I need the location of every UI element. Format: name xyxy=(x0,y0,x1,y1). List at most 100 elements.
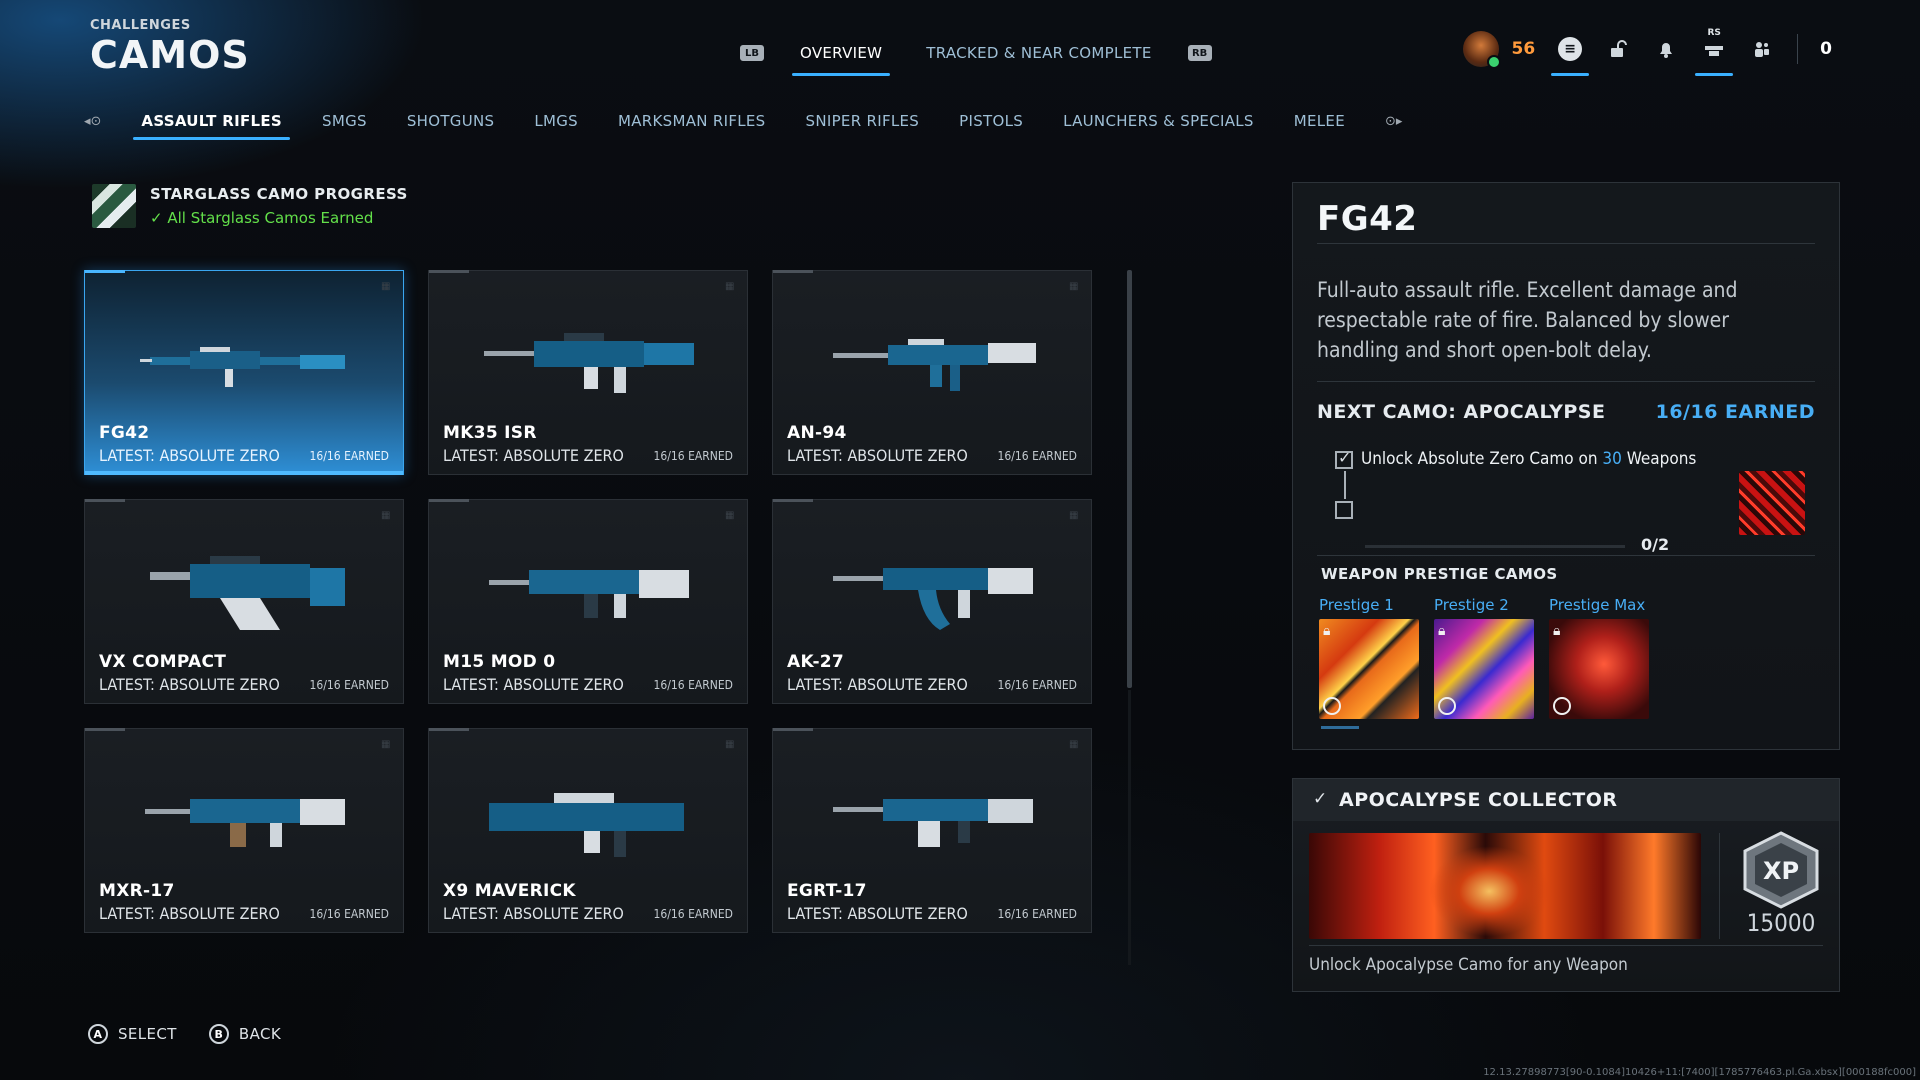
weapon-name: MXR-17 xyxy=(99,881,175,901)
weapon-card-m15-mod-0[interactable]: ▦ M15 MOD 0 LATEST: ABSOLUTE ZERO 16/16 … xyxy=(428,499,748,704)
detail-divider xyxy=(1317,381,1815,382)
weapon-card-mxr-17[interactable]: ▦ MXR-17 LATEST: ABSOLUTE ZERO 16/16 EAR… xyxy=(84,728,404,933)
weapon-latest-camo: LATEST: ABSOLUTE ZERO xyxy=(443,904,624,923)
category-prev-key-icon[interactable]: ◂⊙ xyxy=(84,114,101,129)
select-control[interactable]: A SELECT xyxy=(88,1024,177,1044)
menu-icon[interactable]: ≡ xyxy=(1551,36,1590,76)
footer-controls: A SELECT B BACK xyxy=(88,1024,281,1044)
weapon-fg42-icon xyxy=(140,347,345,387)
weapon-latest-camo: LATEST: ABSOLUTE ZERO xyxy=(99,446,280,465)
prestige-tiles: 🔒︎ 🔒︎ 🔒︎ xyxy=(1319,619,1649,719)
starglass-camo-icon xyxy=(92,184,136,228)
lock-icon: 🔒︎ xyxy=(1438,623,1446,639)
prestige-max-camo[interactable]: 🔒︎ xyxy=(1549,619,1649,719)
weapon-ak-27-icon xyxy=(833,568,1033,630)
tab-pistols[interactable]: PISTOLS xyxy=(959,112,1023,130)
tab-launchers-specials[interactable]: LAUNCHERS & SPECIALS xyxy=(1063,112,1254,130)
weapon-latest-camo: LATEST: ABSOLUTE ZERO xyxy=(443,675,624,694)
weapon-earned-count: 16/16 EARNED xyxy=(997,907,1077,921)
card-corner-icon: ▦ xyxy=(725,510,735,521)
task-connector xyxy=(1344,471,1346,499)
weapon-x9-maverick-icon xyxy=(489,793,684,857)
grid-scrollbar[interactable] xyxy=(1127,270,1132,688)
prestige-1-label: Prestige 1 xyxy=(1319,596,1394,614)
starglass-progress: STARGLASS CAMO PROGRESS ✓ All Starglass … xyxy=(92,184,408,228)
back-label: BACK xyxy=(238,1025,282,1043)
weapon-latest-camo: LATEST: ABSOLUTE ZERO xyxy=(443,446,624,465)
weapon-card-fg42[interactable]: ▦ FG42 LATEST: ABSOLUTE ZERO 16/16 EARNE… xyxy=(84,270,404,475)
social-icon[interactable]: RS xyxy=(1695,28,1734,76)
prestige-selection-indicator xyxy=(1321,726,1359,729)
apocalypse-camo-swatch xyxy=(1739,471,1805,535)
weapon-latest-camo: LATEST: ABSOLUTE ZERO xyxy=(787,675,968,694)
reticle-icon xyxy=(1438,697,1456,715)
collector-artwork xyxy=(1309,833,1701,939)
progress-title: STARGLASS CAMO PROGRESS xyxy=(150,185,408,203)
rs-key-label: RS xyxy=(1707,28,1721,38)
weapon-latest-camo: LATEST: ABSOLUTE ZERO xyxy=(99,904,280,923)
weapon-earned-count: 16/16 EARNED xyxy=(309,678,389,692)
tab-marksman-rifles[interactable]: MARKSMAN RIFLES xyxy=(618,112,766,130)
card-corner-icon: ▦ xyxy=(381,510,391,521)
build-info: 12.13.27898773[90-0.1084]10426+11:[7400]… xyxy=(1483,1067,1916,1078)
card-corner-icon: ▦ xyxy=(1069,739,1079,750)
weapon-card-x9-maverick[interactable]: ▦ X9 MAVERICK LATEST: ABSOLUTE ZERO 16/1… xyxy=(428,728,748,933)
prestige-2-camo[interactable]: 🔒︎ xyxy=(1434,619,1534,719)
lb-bumper-icon[interactable]: LB xyxy=(740,45,764,61)
tab-tracked-near-complete[interactable]: TRACKED & NEAR COMPLETE xyxy=(918,38,1159,68)
xp-amount: 15000 xyxy=(1746,909,1816,937)
category-next-key-icon[interactable]: ⊙▸ xyxy=(1385,114,1402,129)
hud-bar: 56 ≡ RS 0 xyxy=(1463,26,1832,76)
lock-icon: 🔒︎ xyxy=(1323,623,1331,639)
back-control[interactable]: B BACK xyxy=(208,1024,282,1044)
notification-bell-icon[interactable] xyxy=(1653,36,1679,62)
task-description: Unlock Absolute Zero Camo on 30 Weapons xyxy=(1361,449,1696,469)
rb-bumper-icon[interactable]: RB xyxy=(1187,45,1212,61)
weapon-earned-count: 16/16 EARNED xyxy=(653,678,733,692)
tab-overview[interactable]: OVERVIEW xyxy=(792,38,891,76)
task-progress-count: 0/2 xyxy=(1641,535,1670,554)
check-icon: ✓ xyxy=(1338,448,1352,467)
weapon-card-egrt-17[interactable]: ▦ EGRT-17 LATEST: ABSOLUTE ZERO 16/16 EA… xyxy=(772,728,1092,933)
weapon-card-an-94[interactable]: ▦ AN-94 LATEST: ABSOLUTE ZERO 16/16 EARN… xyxy=(772,270,1092,475)
tab-sniper-rifles[interactable]: SNIPER RIFLES xyxy=(806,112,920,130)
tab-assault-rifles[interactable]: ASSAULT RIFLES xyxy=(133,112,290,140)
unlock-icon[interactable] xyxy=(1605,36,1631,62)
page-header: CHALLENGES CAMOS xyxy=(90,18,250,75)
party-icon[interactable] xyxy=(1749,36,1775,62)
weapon-name: M15 MOD 0 xyxy=(443,652,556,672)
weapon-mxr-17-icon xyxy=(145,799,345,847)
tab-lmgs[interactable]: LMGS xyxy=(534,112,578,130)
weapon-card-vx-compact[interactable]: ▦ VX COMPACT LATEST: ABSOLUTE ZERO 16/16… xyxy=(84,499,404,704)
tab-melee[interactable]: MELEE xyxy=(1294,112,1345,130)
task-checkbox-empty xyxy=(1335,501,1353,519)
b-button-icon: B xyxy=(208,1024,229,1044)
task-checkbox-checked: ✓ xyxy=(1335,448,1353,469)
prestige-2-label: Prestige 2 xyxy=(1434,596,1509,614)
weapon-earned-count: 16/16 EARNED xyxy=(653,907,733,921)
weapon-latest-camo: LATEST: ABSOLUTE ZERO xyxy=(787,904,968,923)
weapon-card-ak-27[interactable]: ▦ AK-27 LATEST: ABSOLUTE ZERO 16/16 EARN… xyxy=(772,499,1092,704)
tab-smgs[interactable]: SMGS xyxy=(322,112,367,130)
next-camo-earned: 16/16 EARNED xyxy=(1655,401,1815,423)
grid-scroll-track xyxy=(1128,690,1131,965)
collector-description: Unlock Apocalypse Camo for any Weapon xyxy=(1309,955,1628,975)
weapon-latest-camo: LATEST: ABSOLUTE ZERO xyxy=(99,675,280,694)
weapon-name: VX COMPACT xyxy=(99,652,227,672)
weapon-latest-camo: LATEST: ABSOLUTE ZERO xyxy=(787,446,968,465)
weapon-earned-count: 16/16 EARNED xyxy=(309,449,389,463)
tab-shotguns[interactable]: SHOTGUNS xyxy=(407,112,495,130)
weapon-name: EGRT-17 xyxy=(787,881,867,901)
weapon-grid: ▦ FG42 LATEST: ABSOLUTE ZERO 16/16 EARNE… xyxy=(84,270,1094,933)
weapon-an-94-icon xyxy=(833,339,1036,391)
card-corner-icon: ▦ xyxy=(1069,510,1079,521)
player-emblem-icon[interactable] xyxy=(1463,31,1502,69)
weapon-card-mk35-isr[interactable]: ▦ MK35 ISR LATEST: ABSOLUTE ZERO 16/16 E… xyxy=(428,270,748,475)
weapon-name: X9 MAVERICK xyxy=(443,881,576,901)
weapon-category-tabs: ◂⊙ ASSAULT RIFLES SMGS SHOTGUNS LMGS MAR… xyxy=(84,112,1402,140)
task-prefix: Unlock Absolute Zero Camo on xyxy=(1361,449,1598,469)
prestige-1-camo[interactable]: 🔒︎ xyxy=(1319,619,1419,719)
check-icon: ✓ xyxy=(1313,789,1328,809)
reticle-icon xyxy=(1323,697,1341,715)
lock-icon: 🔒︎ xyxy=(1553,623,1561,639)
